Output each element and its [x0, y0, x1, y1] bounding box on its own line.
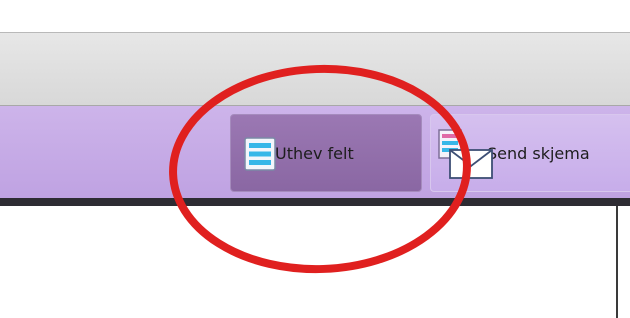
send-form-icon [438, 129, 493, 179]
document-edge [616, 206, 618, 318]
document-area [0, 206, 630, 318]
menu-bar [0, 32, 630, 106]
toolbar-divider [0, 198, 630, 206]
form-fields-icon [244, 137, 276, 171]
window-top-area [0, 0, 630, 32]
highlight-fields-label: Uthev felt [275, 143, 354, 163]
send-form-label: Send skjema [487, 143, 590, 163]
